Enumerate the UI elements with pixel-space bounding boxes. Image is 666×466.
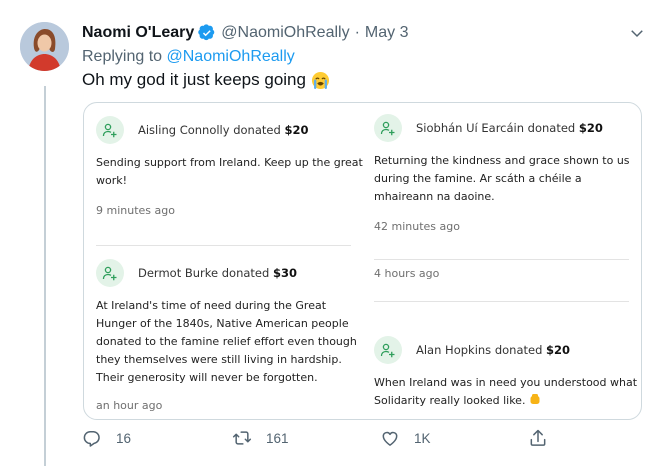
donation-item: Aisling Connolly donated $20 Sending sup… — [96, 115, 364, 217]
donor-name: Siobhán Uí Earcáin donated — [416, 121, 576, 135]
avatar[interactable] — [20, 22, 69, 71]
donation-item: 4 hours ago — [374, 267, 641, 280]
donor-hand-icon — [380, 121, 395, 136]
donor-line: Aisling Connolly donated $20 — [138, 123, 308, 137]
like-count: 1K — [414, 430, 431, 446]
divider — [374, 259, 629, 260]
tweet-header: Naomi O'Leary @NaomiOhReally · May 3 — [82, 22, 646, 44]
verified-badge-icon — [198, 24, 215, 41]
reply-icon — [83, 430, 100, 447]
like-button[interactable]: 1K — [380, 428, 431, 448]
header-separator: · — [354, 24, 360, 41]
donor-icon — [374, 336, 402, 364]
donor-name: Dermot Burke donated — [138, 266, 270, 280]
donor-line: Alan Hopkins donated $20 — [416, 343, 570, 357]
author-handle[interactable]: @NaomiOhReally — [221, 24, 349, 42]
donor-name: Aisling Connolly donated — [138, 123, 281, 137]
donor-name: Alan Hopkins donated — [416, 343, 543, 357]
reply-count: 16 — [116, 430, 132, 446]
divider — [96, 245, 351, 246]
tweet-text: Oh my god it just keeps going — [82, 70, 330, 90]
donation-message: When Ireland was in need you understood … — [374, 374, 641, 410]
reply-button[interactable]: 16 — [82, 428, 131, 448]
replying-prefix: Replying to — [82, 48, 163, 65]
donation-message-text: When Ireland was in need you understood … — [374, 376, 638, 407]
donor-line: Dermot Burke donated $30 — [138, 266, 297, 280]
donor-hand-icon — [102, 266, 117, 281]
retweet-count: 161 — [266, 430, 289, 446]
retweet-button[interactable]: 161 — [232, 428, 289, 448]
donation-message: Returning the kindness and grace shown t… — [374, 154, 630, 203]
heart-icon — [382, 431, 398, 446]
donation-item: Dermot Burke donated $30 At Ireland's ti… — [96, 258, 364, 412]
share-icon — [530, 429, 546, 446]
donor-hand-icon — [380, 343, 395, 358]
donation-amount: $20 — [284, 123, 309, 137]
donor-hand-icon — [102, 123, 117, 138]
replying-to: Replying to @NaomiOhReally — [82, 48, 295, 66]
tweet-text-content: Oh my god it just keeps going — [82, 70, 306, 89]
donation-amount: $20 — [546, 343, 571, 357]
author-name[interactable]: Naomi O'Leary — [82, 24, 194, 42]
thread-line — [44, 86, 46, 466]
share-button[interactable] — [528, 428, 548, 448]
donation-time: an hour ago — [96, 399, 163, 412]
avatar-image — [20, 22, 69, 71]
donation-time: 4 hours ago — [374, 267, 440, 280]
donation-amount: $30 — [272, 266, 297, 280]
replying-handle-link[interactable]: @NaomiOhReally — [167, 48, 295, 65]
donor-line: Siobhán Uí Earcáin donated $20 — [416, 121, 603, 135]
donation-item: Siobhán Uí Earcáin donated $20 Returning… — [374, 113, 641, 233]
donation-amount: $20 — [578, 121, 603, 135]
donation-time: 42 minutes ago — [374, 220, 460, 233]
raised-fist-icon — [530, 394, 540, 404]
donor-icon — [374, 114, 402, 142]
tweet-actions: 16 161 1K — [82, 428, 562, 452]
embedded-donations-card[interactable]: Aisling Connolly donated $20 Sending sup… — [83, 102, 642, 420]
donation-message: Sending support from Ireland. Keep up th… — [96, 156, 363, 187]
donation-item: Alan Hopkins donated $20 When Ireland wa… — [374, 335, 641, 410]
donation-time: 9 minutes ago — [96, 204, 175, 217]
chevron-down-icon[interactable] — [628, 24, 646, 42]
loudly-crying-face-icon — [311, 71, 330, 89]
donor-icon — [96, 259, 124, 287]
retweet-icon — [232, 431, 252, 445]
divider — [374, 301, 629, 302]
donor-icon — [96, 116, 124, 144]
tweet-date[interactable]: May 3 — [365, 24, 409, 42]
donation-message: At Ireland's time of need during the Gre… — [96, 299, 357, 384]
